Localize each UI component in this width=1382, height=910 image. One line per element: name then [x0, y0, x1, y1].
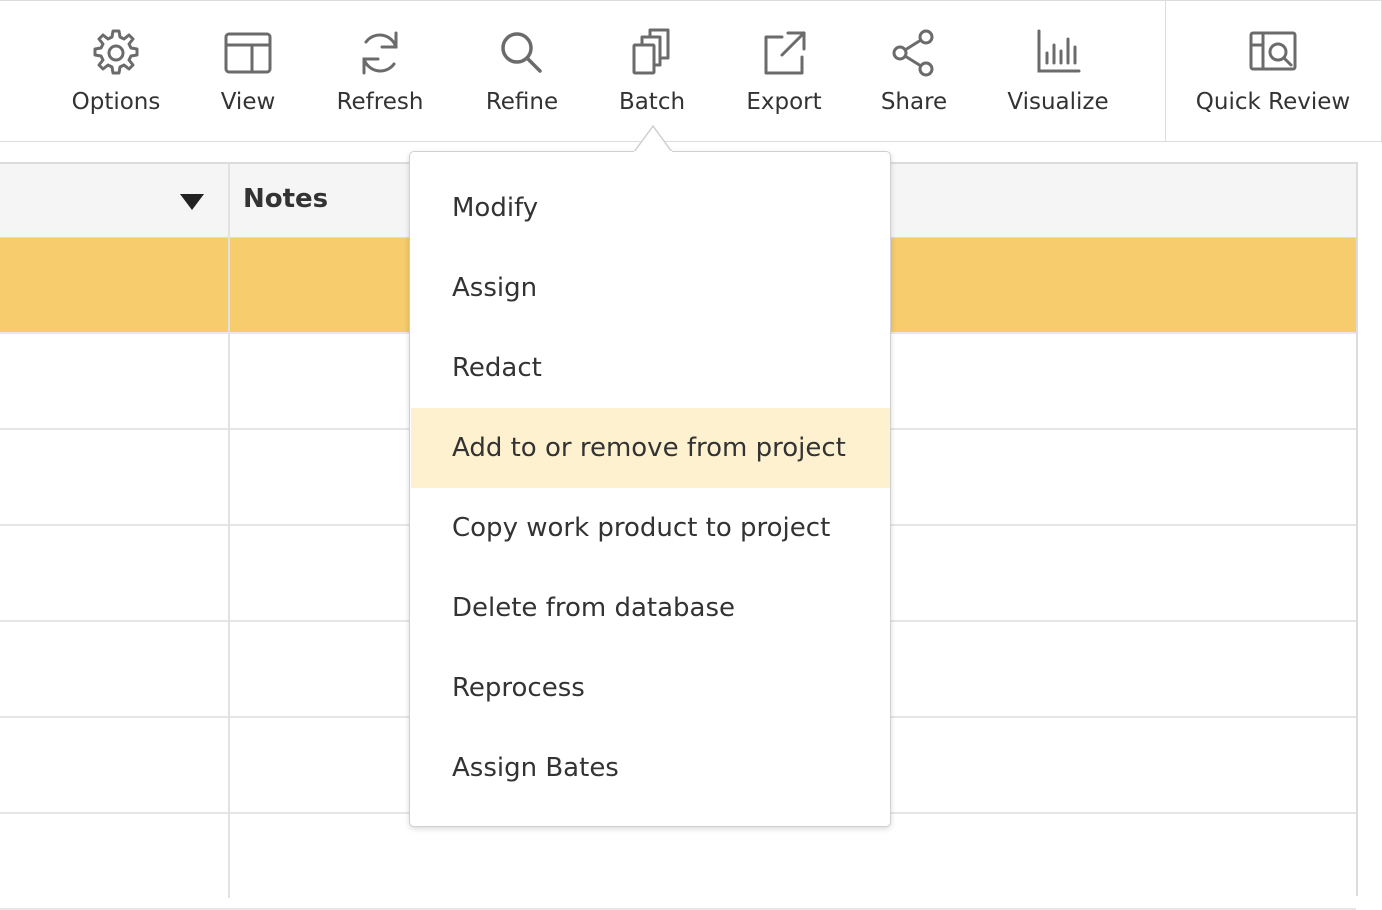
search-icon — [494, 25, 550, 81]
refresh-label: Refresh — [336, 89, 424, 115]
quick-review-icon — [1245, 25, 1301, 81]
toolbar: Options View Refresh Refine Batch Export… — [0, 0, 1382, 142]
quick-review-button[interactable]: Quick Review — [1184, 1, 1362, 142]
visualize-button[interactable]: Visualize — [998, 1, 1118, 142]
view-label: View — [220, 89, 276, 115]
layout-icon — [220, 25, 276, 81]
menu-item-assign[interactable]: Assign — [411, 248, 890, 328]
export-button[interactable]: Export — [732, 1, 836, 142]
popover-arrow — [634, 124, 672, 154]
visualize-label: Visualize — [1007, 89, 1109, 115]
options-label: Options — [71, 89, 161, 115]
quick-review-label: Quick Review — [1195, 89, 1351, 115]
options-button[interactable]: Options — [56, 1, 176, 142]
column-divider[interactable] — [228, 164, 230, 898]
refresh-icon — [352, 25, 408, 81]
batch-label: Batch — [618, 89, 686, 115]
menu-item-modify[interactable]: Modify — [411, 168, 890, 248]
menu-item-redact[interactable]: Redact — [411, 328, 890, 408]
refine-label: Refine — [485, 89, 559, 115]
share-label: Share — [880, 89, 948, 115]
share-icon — [886, 25, 942, 81]
export-label: Export — [746, 89, 822, 115]
export-icon — [756, 25, 812, 81]
copy-icon — [624, 25, 680, 81]
menu-item-add-remove-project[interactable]: Add to or remove from project — [411, 408, 890, 488]
refresh-button[interactable]: Refresh — [325, 1, 435, 142]
toolbar-divider — [1165, 1, 1166, 142]
menu-item-delete-from-database[interactable]: Delete from database — [411, 568, 890, 648]
share-button[interactable]: Share — [866, 1, 962, 142]
menu-item-assign-bates[interactable]: Assign Bates — [411, 728, 890, 808]
sort-caret-icon[interactable] — [180, 194, 204, 210]
menu-item-reprocess[interactable]: Reprocess — [411, 648, 890, 728]
gear-icon — [88, 25, 144, 81]
batch-button[interactable]: Batch — [604, 1, 700, 142]
view-button[interactable]: View — [198, 1, 298, 142]
bar-chart-icon — [1030, 25, 1086, 81]
batch-menu: Modify Assign Redact Add to or remove fr… — [409, 151, 891, 827]
notes-column-header[interactable]: Notes — [243, 184, 328, 214]
menu-item-copy-work-product[interactable]: Copy work product to project — [411, 488, 890, 568]
refine-button[interactable]: Refine — [470, 1, 574, 142]
